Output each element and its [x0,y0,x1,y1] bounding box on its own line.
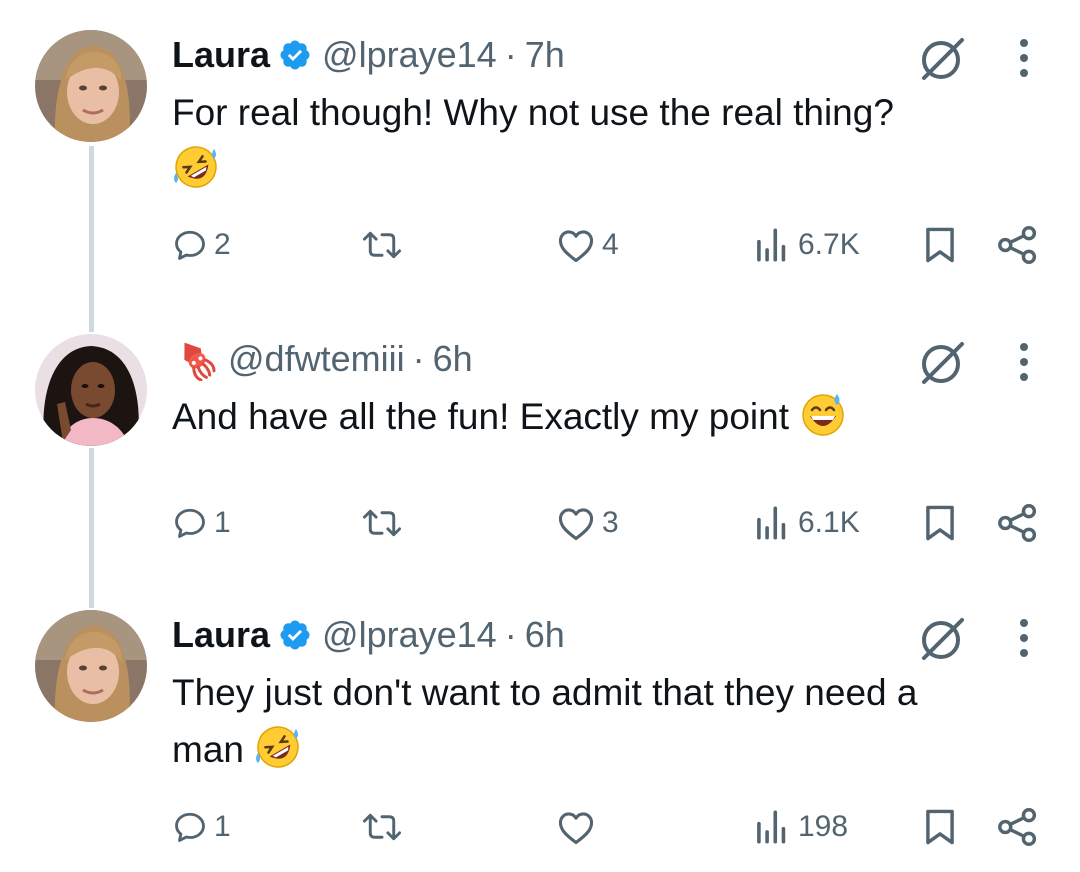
tweet-text: They just don't want to admit that they … [172,664,1052,778]
rolling-on-floor-laughing-icon [172,143,220,191]
retweet-icon [362,231,402,259]
retweet-icon [362,509,402,537]
grinning-sweat-icon [799,390,847,438]
tweet-text: And have all the fun! Exactly my point [172,388,1052,445]
like-count: 4 [602,228,619,261]
tweet-actions: 2 4 6.7K [0,220,1080,270]
view-count: 6.7K [798,228,860,261]
bookmark-button[interactable] [922,498,958,548]
display-name[interactable]: Laura [172,614,270,656]
tweet-header: Laura @lpraye14 · 6h [172,610,565,660]
more-icon[interactable] [1012,34,1036,82]
tweet-text-content-line2: man [172,729,244,770]
reply-icon [175,812,205,842]
reply-button[interactable]: 1 [172,802,231,852]
bookmark-icon [926,505,954,541]
retweet-button[interactable] [360,498,410,548]
reply-icon [175,230,205,260]
like-button[interactable]: 4 [556,220,619,270]
like-icon [558,508,594,541]
verified-badge-icon [278,618,312,652]
handle[interactable]: @dfwtemiii [228,338,405,380]
avatar[interactable] [35,334,147,446]
tweet-header: Laura @lpraye14 · 7h [172,30,565,80]
grok-icon[interactable] [916,32,968,84]
like-button[interactable] [556,802,602,852]
squid-icon [172,337,220,381]
bookmark-icon [926,809,954,845]
verified-badge-icon [278,38,312,72]
views-button[interactable]: 6.7K [752,220,860,270]
share-icon [998,504,1037,542]
view-count: 6.1K [798,506,860,539]
retweet-icon [362,813,402,841]
reply-icon [175,508,205,538]
display-name[interactable]: Laura [172,34,270,76]
views-icon [757,810,786,844]
rolling-on-floor-laughing-icon [254,723,302,771]
views-button[interactable]: 6.1K [752,498,860,548]
separator: · [504,614,517,655]
avatar[interactable] [35,30,147,142]
reply-button[interactable]: 1 [172,498,231,548]
bookmark-button[interactable] [922,220,958,270]
separator: · [504,34,517,75]
tweet-header: @dfwtemiii · 6h [172,334,473,384]
reply-count: 1 [214,810,231,843]
timestamp[interactable]: 6h [433,338,473,380]
tweet-text-content: They just don't want to admit that they … [172,672,918,713]
more-icon[interactable] [1012,614,1036,662]
views-icon [757,506,786,540]
handle[interactable]: @lpraye14 [322,34,497,76]
bookmark-icon [926,227,954,263]
timestamp[interactable]: 7h [525,34,565,76]
tweet-text-content: And have all the fun! Exactly my point [172,396,790,437]
reply-count: 2 [214,228,231,261]
like-button[interactable]: 3 [556,498,619,548]
like-icon [558,230,594,263]
share-button[interactable] [996,498,1040,548]
views-icon [757,228,786,262]
reply-button[interactable]: 2 [172,220,231,270]
bookmark-button[interactable] [922,802,958,852]
share-button[interactable] [996,220,1040,270]
grok-icon[interactable] [916,336,968,388]
retweet-button[interactable] [360,802,410,852]
tweet-actions: 1 198 [0,802,1080,852]
grok-icon[interactable] [916,612,968,664]
separator: · [412,338,425,379]
tweet-text: For real though! Why not use the real th… [172,84,1052,198]
timestamp[interactable]: 6h [525,614,565,656]
tweet-text-content: For real though! Why not use the real th… [172,92,894,133]
tweet-actions: 1 3 6.1K [0,498,1080,548]
reply-count: 1 [214,506,231,539]
view-count: 198 [798,810,849,843]
views-button[interactable]: 198 [752,802,848,852]
share-icon [998,226,1037,264]
like-count: 3 [602,506,619,539]
retweet-button[interactable] [360,220,410,270]
share-button[interactable] [996,802,1040,852]
avatar[interactable] [35,610,147,722]
more-icon[interactable] [1012,338,1036,386]
tweet[interactable]: Laura @lpraye14 · 7h For real though! Wh… [0,0,1080,300]
share-icon [998,808,1037,846]
like-icon [558,812,594,845]
handle[interactable]: @lpraye14 [322,614,497,656]
